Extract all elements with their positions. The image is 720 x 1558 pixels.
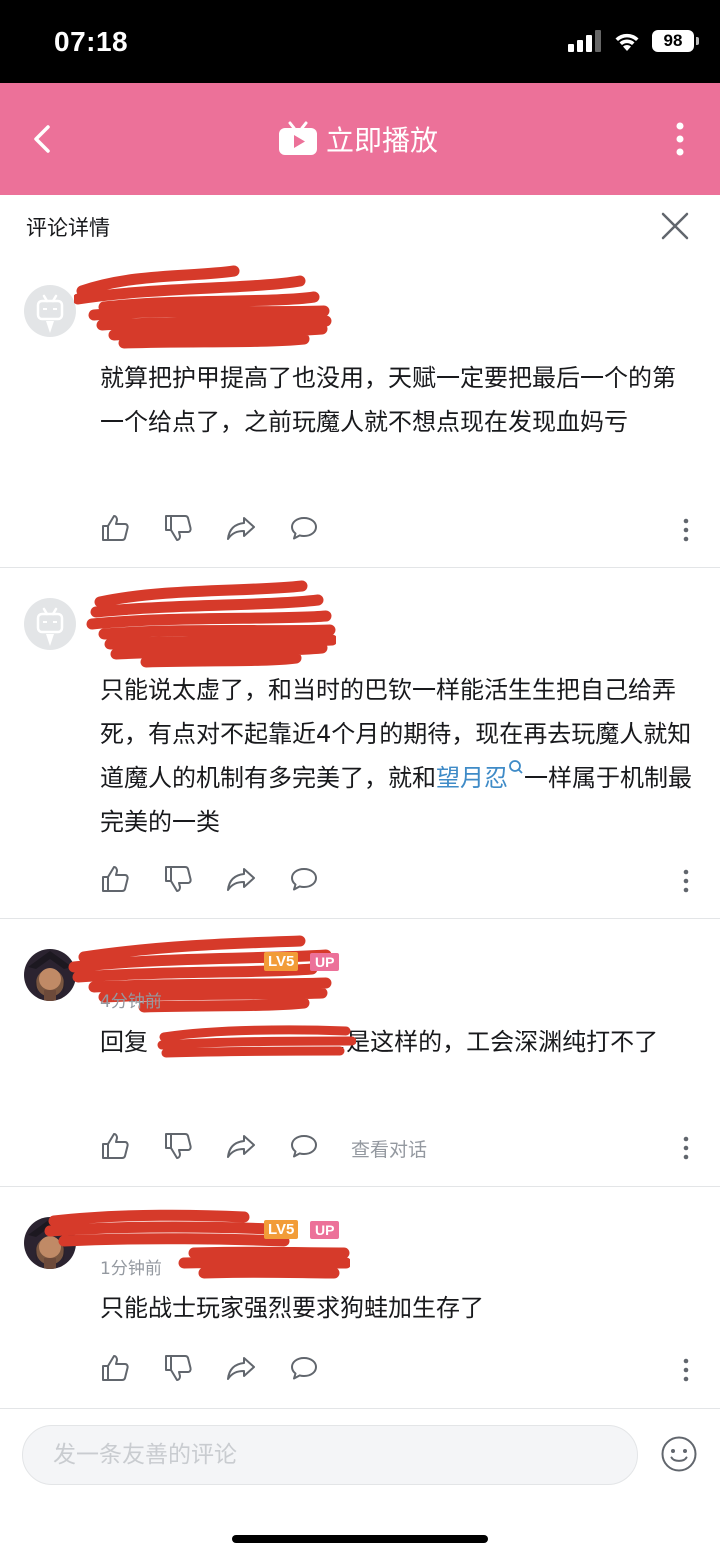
top-navigation-bar: 立即播放	[0, 83, 720, 195]
share-button[interactable]	[226, 864, 258, 896]
thumbs-down-icon	[165, 1355, 192, 1381]
comment-input[interactable]: 发一条友善的评论	[22, 1425, 638, 1485]
more-vertical-icon	[683, 869, 689, 893]
search-keyword-link[interactable]: 望月忍	[436, 760, 524, 792]
comment-item: LV5 UP 4分钟前 回复 :是这样的，工会深渊纯打不了 查看对话	[0, 919, 720, 1187]
share-icon	[227, 1357, 255, 1380]
search-icon	[509, 760, 523, 774]
more-vertical-icon	[676, 122, 684, 156]
dislike-button[interactable]	[163, 513, 195, 545]
comment-text: 就算把护甲提高了也没用，天赋一定要把最后一个的第一个给点了，之前玩魔人就不想点现…	[100, 364, 676, 436]
status-indicators: 98	[568, 30, 699, 52]
comment-bubble-icon	[291, 868, 317, 891]
like-button[interactable]	[100, 1131, 132, 1163]
comment-more-button[interactable]	[676, 1355, 696, 1385]
comment-item: 只能说太虚了，和当时的巴钦一样能活生生把自己给弄死，有点对不起靠近4个月的期待，…	[0, 568, 720, 919]
comment-text: 只能说太虚了，和当时的巴钦一样能活生生把自己给弄死，有点对不起靠近4个月的期待，…	[100, 668, 696, 844]
reply-prefix: 回复	[100, 1028, 148, 1056]
battery-indicator: 98	[652, 30, 699, 52]
reply-button[interactable]	[289, 1131, 321, 1163]
close-icon	[661, 212, 689, 240]
reply-button[interactable]	[289, 513, 321, 545]
up-badge: UP	[310, 1221, 340, 1239]
like-button[interactable]	[100, 864, 132, 896]
share-icon	[227, 868, 255, 891]
thumbs-down-icon	[165, 515, 192, 541]
dislike-button[interactable]	[163, 1353, 195, 1385]
comment-time: 4分钟前	[100, 992, 162, 1012]
play-now-button[interactable]: 立即播放	[278, 119, 438, 159]
redaction-scribble	[86, 580, 336, 668]
share-icon	[227, 517, 255, 540]
thumbs-down-icon	[165, 866, 192, 892]
comment-more-button[interactable]	[676, 866, 696, 896]
comment-detail-title: 评论详情	[26, 216, 110, 240]
up-badge: UP	[310, 953, 340, 971]
comment-more-button[interactable]	[676, 515, 696, 545]
thumbs-up-icon	[102, 1355, 129, 1381]
more-options-button[interactable]	[666, 121, 694, 157]
view-conversation-link[interactable]: 查看对话	[351, 1135, 427, 1162]
thumbs-up-icon	[102, 515, 129, 541]
play-now-label: 立即播放	[326, 124, 439, 157]
comment-bubble-icon	[291, 1135, 317, 1158]
avatar[interactable]	[24, 285, 76, 337]
comment-text-body: :是这样的，工会深渊纯打不了	[338, 1028, 659, 1056]
share-icon	[227, 1135, 255, 1158]
status-time: 07:18	[54, 26, 129, 57]
tv-play-icon	[279, 121, 317, 155]
comment-text: 只能战士玩家强烈要求狗蛙加生存了	[100, 1294, 484, 1322]
comment-bubble-icon	[291, 1357, 317, 1380]
close-button[interactable]	[660, 211, 690, 241]
back-button[interactable]	[24, 119, 64, 159]
dislike-button[interactable]	[163, 1131, 195, 1163]
reply-button[interactable]	[289, 864, 321, 896]
comment-input-bar: 发一条友善的评论	[0, 1408, 720, 1558]
redaction-scribble	[44, 1209, 350, 1279]
more-vertical-icon	[683, 518, 689, 542]
comment-bubble-icon	[291, 517, 317, 540]
status-bar: 07:18 98	[0, 0, 720, 83]
share-button[interactable]	[226, 1353, 258, 1385]
avatar[interactable]	[24, 598, 76, 650]
comment-time: 1分钟前	[100, 1259, 162, 1279]
comment-item: LV5 UP 1分钟前 只能战士玩家强烈要求狗蛙加生存了	[0, 1187, 720, 1408]
comment-actions	[100, 513, 700, 547]
emoji-button[interactable]	[660, 1435, 698, 1473]
home-indicator	[232, 1535, 488, 1543]
more-vertical-icon	[683, 1136, 689, 1160]
chevron-left-icon	[34, 125, 50, 153]
like-button[interactable]	[100, 1353, 132, 1385]
thumbs-up-icon	[102, 866, 129, 892]
level-badge: LV5	[264, 1220, 299, 1239]
dislike-button[interactable]	[163, 864, 195, 896]
search-keyword-label: 望月忍	[436, 764, 508, 792]
thumbs-up-icon	[102, 1133, 129, 1159]
comment-actions	[100, 1353, 700, 1387]
comment-detail-header: 评论详情	[0, 195, 720, 257]
default-avatar-icon	[36, 294, 64, 333]
level-badge: LV5	[264, 952, 299, 971]
comment-actions: 查看对话	[100, 1131, 700, 1165]
share-button[interactable]	[226, 513, 258, 545]
redaction-scribble	[74, 265, 332, 349]
thumbs-down-icon	[165, 1133, 192, 1159]
emoji-icon	[661, 1436, 697, 1472]
comment-item: 就算把护甲提高了也没用，天赋一定要把最后一个的第一个给点了，之前玩魔人就不想点现…	[0, 257, 720, 568]
wifi-icon	[615, 33, 639, 51]
default-avatar-icon	[36, 607, 64, 646]
like-button[interactable]	[100, 513, 132, 545]
more-vertical-icon	[683, 1358, 689, 1382]
comment-more-button[interactable]	[676, 1133, 696, 1163]
reply-button[interactable]	[289, 1353, 321, 1385]
redaction-scribble	[157, 1025, 356, 1058]
comment-actions	[100, 864, 700, 898]
signal-icon	[568, 30, 601, 52]
share-button[interactable]	[226, 1131, 258, 1163]
